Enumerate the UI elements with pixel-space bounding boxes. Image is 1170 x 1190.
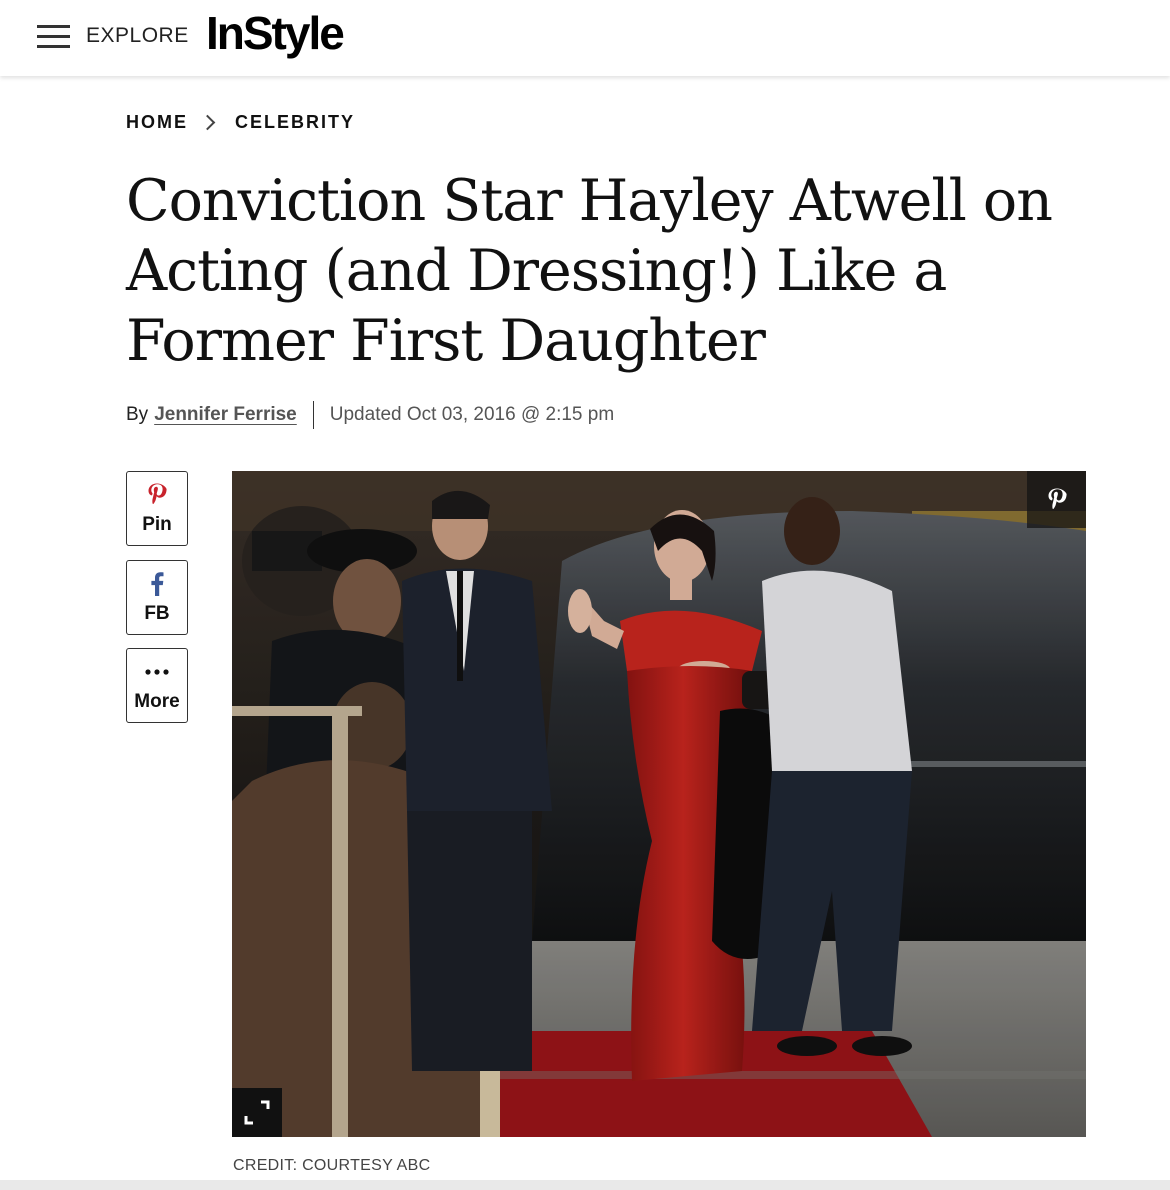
pinterest-icon <box>1048 488 1067 509</box>
image-credit: CREDIT: COURTESY ABC <box>233 1157 431 1174</box>
image-pin-button[interactable] <box>1027 471 1086 528</box>
pinterest-icon <box>127 482 187 508</box>
red-carpet-photo-illustration <box>232 471 1086 1137</box>
menu-icon[interactable] <box>37 25 70 49</box>
updated-timestamp: Updated Oct 03, 2016 @ 2:15 pm <box>329 404 615 425</box>
more-share-button[interactable]: More <box>126 648 188 723</box>
more-label: More <box>134 691 180 712</box>
top-navigation-bar: EXPLORE InStyle <box>0 0 1170 76</box>
article-headline: Conviction Star Hayley Atwell on Acting … <box>126 168 1053 374</box>
breadcrumb-home-link[interactable]: HOME <box>126 112 188 133</box>
fb-label: FB <box>144 603 170 624</box>
explore-button[interactable]: EXPLORE <box>86 24 189 48</box>
chevron-right-icon <box>199 114 216 131</box>
article-byline: By Jennifer Ferrise Updated Oct 03, 2016… <box>126 401 614 429</box>
pin-share-button[interactable]: Pin <box>126 471 188 546</box>
author-link[interactable]: Jennifer Ferrise <box>154 404 297 426</box>
breadcrumb: HOME CELEBRITY <box>126 112 355 133</box>
instyle-logo[interactable]: InStyle <box>206 6 345 60</box>
more-dots-icon <box>127 659 187 685</box>
breadcrumb-celebrity-link[interactable]: CELEBRITY <box>235 112 355 133</box>
bottom-edge-bar <box>0 1180 1170 1190</box>
article-main-photo[interactable] <box>232 471 1086 1137</box>
pin-label: Pin <box>142 514 172 535</box>
byline-prefix: By <box>126 404 149 425</box>
byline-divider <box>312 401 314 429</box>
facebook-share-button[interactable]: FB <box>126 560 188 635</box>
facebook-icon <box>127 571 187 597</box>
expand-image-button[interactable] <box>232 1088 282 1137</box>
expand-icon <box>244 1100 270 1125</box>
